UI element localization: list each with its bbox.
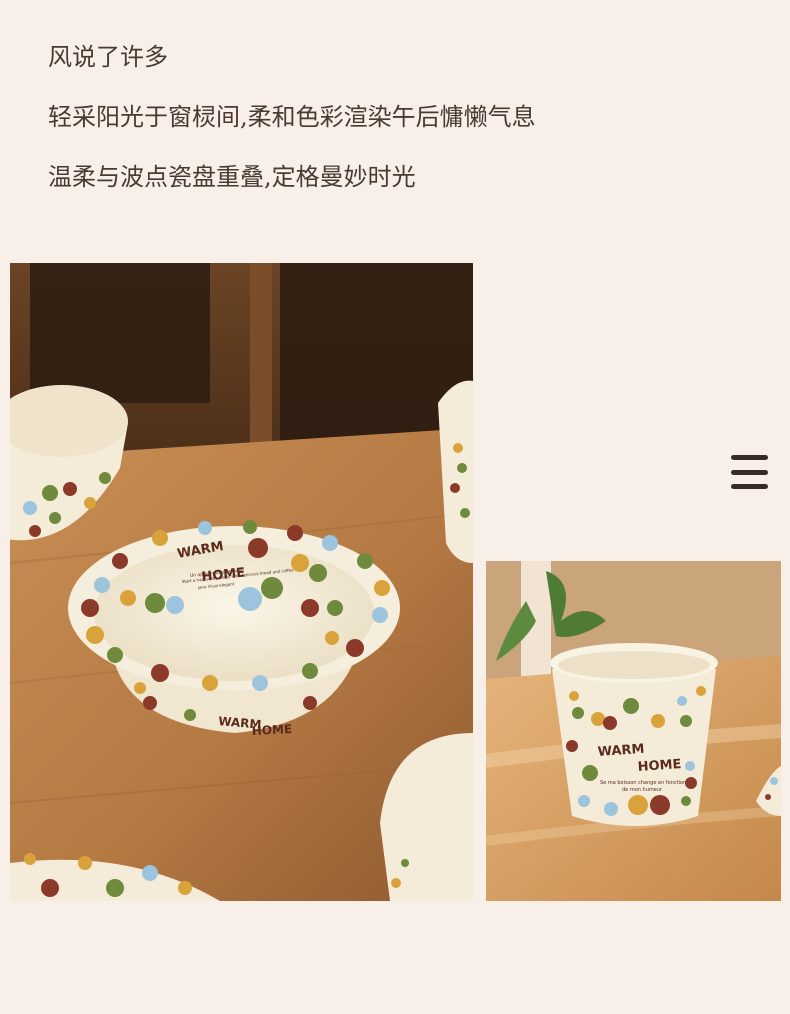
cup-small-text: Se ma boisson change en fonction	[600, 780, 686, 786]
dotted-cup	[550, 643, 718, 826]
intro-line-3: 温柔与波点瓷盘重叠,定格曼妙时光	[48, 163, 416, 191]
cup-small-text-2: de mon humeur	[622, 787, 663, 793]
cup-brand-bottom: HOME	[637, 757, 682, 775]
bowl-photo: WARM HOME Un après-midi tranquille Start…	[10, 263, 473, 901]
intro-text: 风说了许多 轻采阳光于窗棂间,柔和色彩渲染午后慵懒气息 温柔与波点瓷盘重叠,定格…	[48, 40, 536, 194]
intro-line-1: 风说了许多	[48, 43, 168, 71]
menu-bar	[731, 469, 768, 475]
intro-line-2: 轻采阳光于窗棂间,柔和色彩渲染午后慵懒气息	[48, 103, 536, 131]
cup-photo: WARM HOME Se ma boisson change en foncti…	[486, 561, 781, 901]
menu-bar	[731, 455, 768, 460]
hamburger-menu-icon[interactable]	[731, 455, 768, 489]
menu-bar	[731, 484, 768, 489]
bowl-outer-brand-bottom: HOME	[251, 722, 292, 738]
